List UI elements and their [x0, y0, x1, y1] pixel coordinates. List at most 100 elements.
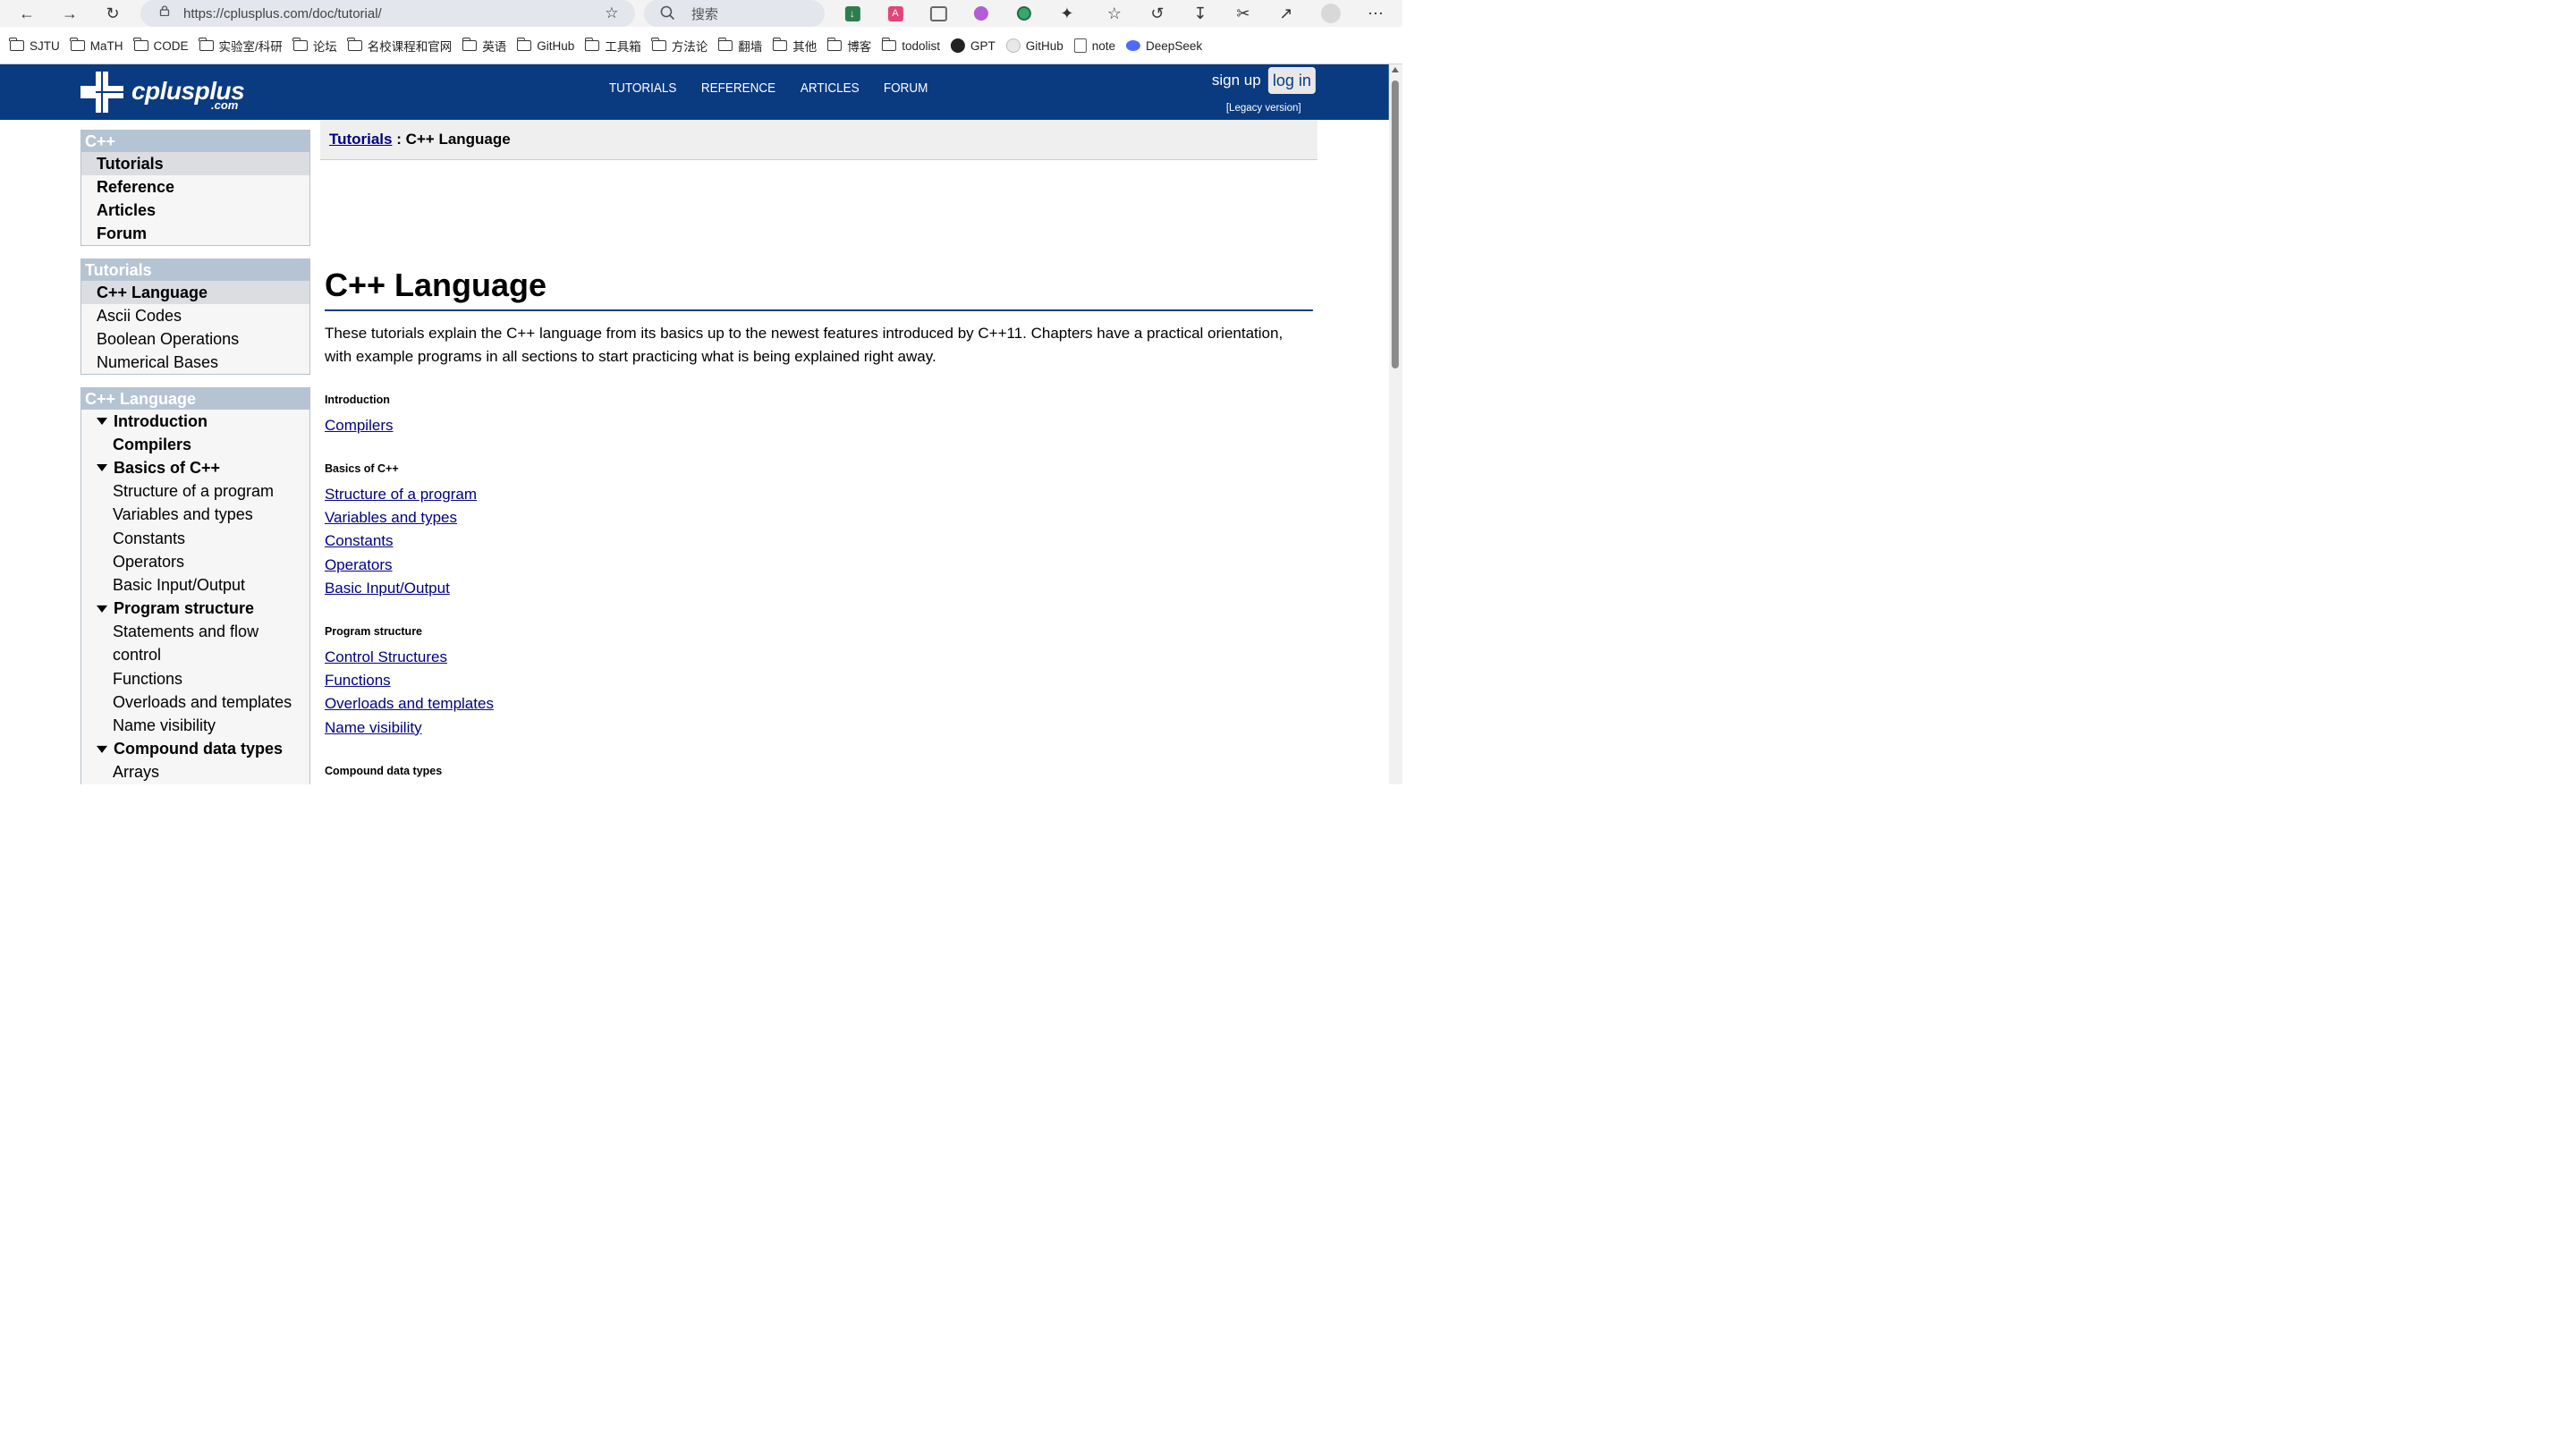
- bookmark-folder[interactable]: 翻墙: [717, 37, 762, 55]
- bookmark-folder[interactable]: 论坛: [292, 37, 337, 55]
- profile-avatar-icon[interactable]: [1318, 0, 1344, 27]
- bookmark-link[interactable]: DeepSeek: [1126, 38, 1202, 52]
- address-bar[interactable]: https://cplusplus.com/doc/tutorial/: [140, 0, 635, 27]
- nav-reference[interactable]: REFERENCE: [701, 80, 775, 96]
- sidebar-item-reference[interactable]: Reference: [81, 175, 309, 199]
- link-operators[interactable]: Operators: [325, 554, 477, 577]
- tree-item-operators[interactable]: Operators: [81, 550, 309, 573]
- scrollbar-thumb[interactable]: [1391, 80, 1399, 368]
- collapse-triangle-icon: [96, 418, 107, 426]
- favorite-star-icon[interactable]: ☆: [598, 0, 625, 27]
- tree-item-name-visibility[interactable]: Name visibility: [81, 714, 309, 737]
- bookmark-folder[interactable]: GitHub: [516, 37, 575, 53]
- note-icon: [1073, 38, 1087, 53]
- favorites-icon[interactable]: ☆: [1101, 0, 1128, 27]
- tree-item-variables[interactable]: Variables and types: [81, 504, 309, 527]
- bookmark-folder[interactable]: MaTH: [70, 37, 123, 52]
- nav-tutorials[interactable]: TUTORIALS: [609, 80, 677, 96]
- scroll-up-icon[interactable]: [1391, 66, 1399, 72]
- more-menu-icon[interactable]: ⋯: [1362, 0, 1389, 27]
- tree-group-program-structure[interactable]: Program structure: [81, 597, 309, 620]
- section-links: Control Structures Functions Overloads a…: [325, 646, 494, 740]
- extension-reader-icon[interactable]: [925, 0, 952, 27]
- github-icon: [1005, 38, 1021, 53]
- bookmark-label: GitHub: [537, 38, 575, 53]
- bookmark-folder[interactable]: 名校课程和官网: [347, 37, 453, 55]
- extension-brain-icon[interactable]: [968, 0, 995, 27]
- bookmark-label: GPT: [970, 38, 996, 53]
- bookmark-label: 英语: [482, 39, 507, 54]
- bookmark-folder[interactable]: 方法论: [651, 37, 708, 55]
- log-in-button[interactable]: log in: [1267, 66, 1316, 94]
- nav-articles[interactable]: ARTICLES: [801, 80, 860, 96]
- bookmark-folder[interactable]: 其他: [772, 37, 817, 55]
- bookmark-folder[interactable]: CODE: [132, 37, 188, 52]
- reload-icon[interactable]: ↻: [99, 0, 126, 27]
- bookmark-label: note: [1091, 38, 1116, 53]
- tree-group-introduction[interactable]: Introduction: [81, 410, 309, 433]
- extension-download-icon[interactable]: ↓: [839, 0, 866, 27]
- tree-item-overloads[interactable]: Overloads and templates: [81, 690, 309, 714]
- extensions-puzzle-icon[interactable]: ✦: [1054, 0, 1080, 27]
- sidebar-item-forum[interactable]: Forum: [81, 222, 309, 245]
- sidebar-cpp-language-box: C++ Language Introduction Compilers Basi…: [80, 386, 310, 784]
- sidebar-item-tutorials[interactable]: Tutorials: [80, 151, 309, 175]
- folder-icon: [826, 37, 843, 51]
- tree-item-arrays[interactable]: Arrays: [81, 761, 309, 784]
- nav-forum[interactable]: FORUM: [883, 80, 927, 96]
- tree-item-basic-io[interactable]: Basic Input/Output: [81, 573, 309, 597]
- folder-icon: [292, 37, 308, 51]
- back-icon[interactable]: ←: [13, 0, 40, 27]
- tree-item-statements-cont[interactable]: control: [81, 644, 309, 667]
- bookmark-link[interactable]: GPT: [950, 38, 996, 53]
- link-basic-io[interactable]: Basic Input/Output: [325, 577, 477, 600]
- share-icon[interactable]: ↗: [1273, 0, 1300, 27]
- tree-group-compound[interactable]: Compound data types: [81, 738, 309, 761]
- bookmark-link[interactable]: GitHub: [1005, 38, 1063, 53]
- link-overloads[interactable]: Overloads and templates: [325, 692, 494, 716]
- sidebar-item-cpp-language[interactable]: C++ Language: [80, 280, 309, 304]
- section-links: Compilers: [325, 414, 394, 437]
- tree-item-statements[interactable]: Statements and flow: [81, 621, 309, 644]
- site-logo[interactable]: cplusplus .com: [80, 71, 250, 114]
- link-functions[interactable]: Functions: [325, 669, 494, 692]
- tree-group-basics[interactable]: Basics of C++: [81, 456, 309, 479]
- bookmark-folder[interactable]: todolist: [881, 37, 940, 53]
- tree-item-compilers[interactable]: Compilers: [81, 433, 309, 456]
- bookmark-folder[interactable]: 工具箱: [584, 37, 641, 55]
- bookmark-folder[interactable]: 英语: [462, 37, 506, 55]
- forward-icon[interactable]: →: [56, 0, 83, 27]
- collapse-triangle-icon: [96, 605, 107, 613]
- bookmark-label: 名校课程和官网: [367, 39, 453, 54]
- bookmark-folder[interactable]: 博客: [826, 37, 871, 55]
- sidebar-item-articles[interactable]: Articles: [81, 199, 309, 222]
- page-scrollbar[interactable]: [1388, 64, 1402, 784]
- link-control-structures[interactable]: Control Structures: [325, 646, 494, 669]
- link-name-visibility[interactable]: Name visibility: [325, 716, 494, 740]
- bookmark-folder[interactable]: SJTU: [9, 37, 60, 52]
- history-icon[interactable]: ↺: [1144, 0, 1171, 27]
- section-heading: Compound data types: [324, 764, 443, 777]
- tree-item-functions[interactable]: Functions: [81, 667, 309, 690]
- extension-chatgpt-icon[interactable]: [1011, 0, 1038, 27]
- screenshot-icon[interactable]: ✂: [1230, 0, 1257, 27]
- folder-icon: [9, 37, 24, 51]
- download-icon[interactable]: ↧: [1187, 0, 1214, 27]
- breadcrumb-tutorials-link[interactable]: Tutorials: [329, 131, 393, 148]
- link-structure[interactable]: Structure of a program: [325, 483, 477, 506]
- link-variables[interactable]: Variables and types: [325, 506, 477, 529]
- sidebar-item-ascii-codes[interactable]: Ascii Codes: [81, 304, 309, 327]
- folder-icon: [584, 37, 600, 51]
- tree-item-constants[interactable]: Constants: [81, 527, 309, 550]
- link-constants[interactable]: Constants: [325, 529, 477, 553]
- bookmark-folder[interactable]: 实验室/科研: [198, 37, 283, 55]
- extension-translate-icon[interactable]: A: [882, 0, 909, 27]
- link-compilers[interactable]: Compilers: [325, 414, 394, 437]
- bookmark-label: todolist: [902, 38, 940, 53]
- legacy-version-link[interactable]: [Legacy version]: [1226, 103, 1301, 114]
- sign-up-link[interactable]: sign up: [1212, 72, 1261, 89]
- bookmark-link[interactable]: note: [1073, 38, 1116, 53]
- sidebar-item-numerical-bases[interactable]: Numerical Bases: [81, 351, 309, 374]
- tree-item-structure[interactable]: Structure of a program: [81, 480, 309, 504]
- sidebar-item-boolean-operations[interactable]: Boolean Operations: [81, 327, 309, 351]
